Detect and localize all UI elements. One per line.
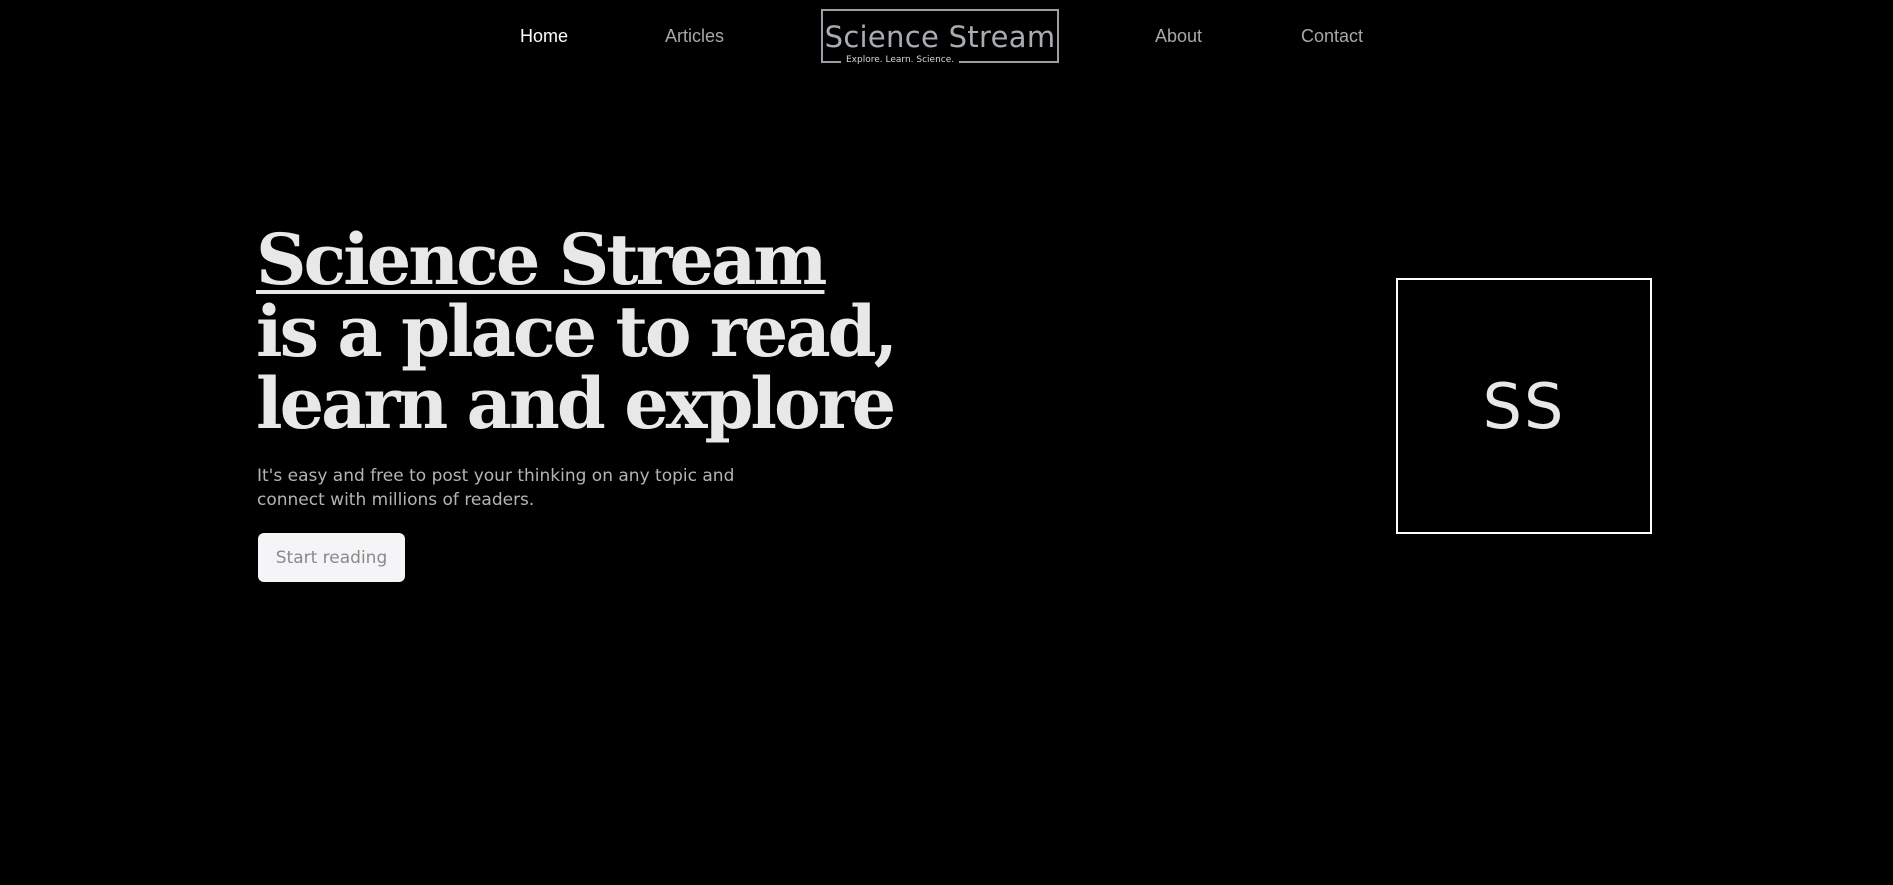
nav-about-link[interactable]: About: [1155, 26, 1202, 47]
nav-home-link[interactable]: Home: [520, 26, 568, 47]
nav-articles-link[interactable]: Articles: [665, 26, 724, 47]
hero-heading-brand: Science Stream: [256, 218, 827, 301]
ss-monogram-box: SS: [1396, 278, 1652, 534]
hero-heading-line3: learn and explore: [256, 362, 896, 445]
logo-title: Science Stream: [824, 20, 1056, 54]
nav-contact-link[interactable]: Contact: [1301, 26, 1363, 47]
hero-heading-line2: is a place to read,: [256, 290, 898, 373]
hero-subtitle: It's easy and free to post your thinking…: [257, 466, 735, 510]
start-reading-button[interactable]: Start reading: [258, 533, 405, 582]
site-logo[interactable]: Science Stream Explore. Learn. Science.: [821, 9, 1059, 65]
logo-tagline: Explore. Learn. Science.: [841, 55, 960, 65]
hero-heading: Science Stream is a place to read, learn…: [256, 218, 898, 445]
ss-monogram-text: SS: [1482, 369, 1566, 443]
